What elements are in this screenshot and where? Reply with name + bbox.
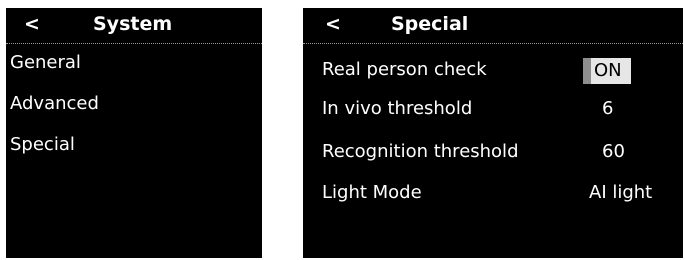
system-menu-header: < System [6, 8, 262, 44]
special-settings-header: < Special [303, 8, 683, 44]
setting-row-light-mode[interactable]: Light Mode AI light [303, 180, 683, 206]
page-title: Special [391, 13, 469, 35]
menu-item-special[interactable]: Special [10, 133, 75, 157]
toggle-state-label: ON [594, 60, 622, 81]
system-menu-screen: < System General Advanced Special [6, 8, 262, 258]
recognition-threshold-value[interactable]: 60 [602, 139, 625, 165]
setting-label: Light Mode [322, 182, 422, 203]
page-title: System [93, 13, 173, 35]
back-button[interactable]: < [325, 13, 341, 35]
back-button[interactable]: < [24, 13, 40, 35]
menu-item-advanced[interactable]: Advanced [10, 92, 99, 116]
special-settings-screen: < Special Real person check ON In vivo t… [303, 8, 683, 258]
setting-row-recognition-threshold[interactable]: Recognition threshold 60 [303, 139, 683, 165]
light-mode-value[interactable]: AI light [589, 180, 652, 206]
setting-label: Recognition threshold [322, 141, 519, 162]
menu-item-general[interactable]: General [10, 51, 81, 75]
in-vivo-threshold-value[interactable]: 6 [602, 96, 613, 122]
setting-row-in-vivo-threshold[interactable]: In vivo threshold 6 [303, 96, 683, 122]
real-person-check-toggle[interactable]: ON [583, 58, 631, 84]
setting-row-real-person-check[interactable]: Real person check ON [303, 57, 683, 84]
setting-label: Real person check [322, 59, 487, 80]
setting-label: In vivo threshold [322, 98, 473, 119]
